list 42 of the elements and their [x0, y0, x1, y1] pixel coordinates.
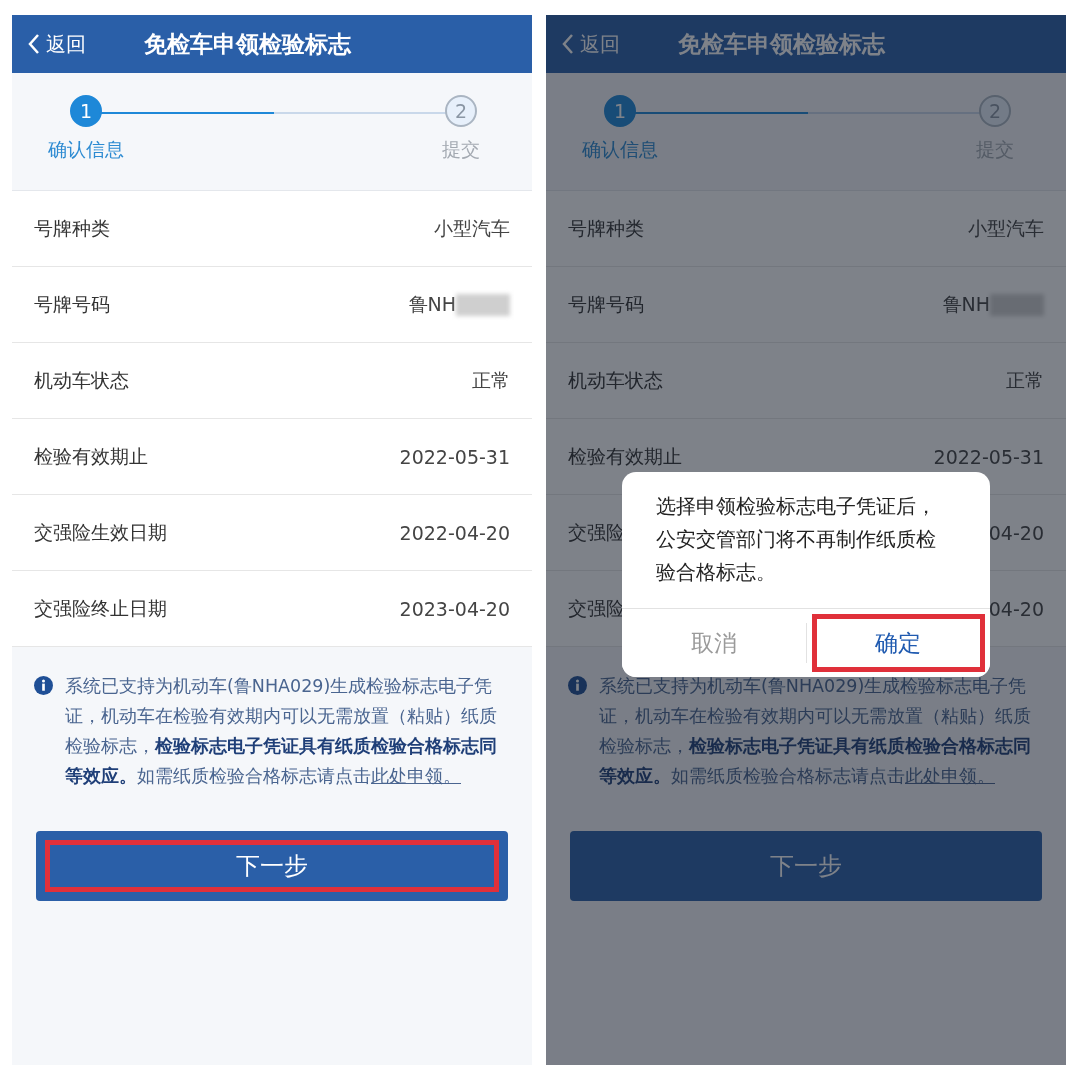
field-label: 机动车状态 — [568, 367, 663, 393]
field-value: 04-20 — [988, 521, 1044, 544]
field-value: 小型汽车 — [434, 215, 510, 241]
apply-link[interactable]: 此处申领。 — [371, 766, 461, 786]
notice-text: 系统已支持为机动车(鲁NHA029)生成检验标志电子凭证，机动车在检验有效期内可以无需放置（粘贴）纸质检验标志，检验标志电子凭证具有纸质检验合格标志同等效应。如需纸质检验合格标志请点击此处申领。 — [65, 675, 498, 788]
page-title: 免检车申领检验标志 — [144, 29, 351, 59]
step-label: 提交 — [442, 137, 480, 162]
field-value: 2023-04-20 — [399, 597, 510, 620]
back-icon — [562, 33, 574, 55]
field-value: 鲁NH — [942, 291, 990, 317]
page-title: 免检车申领检验标志 — [678, 29, 885, 59]
field-label: 交强险终止日期 — [34, 595, 167, 621]
back-link[interactable]: 返回 — [28, 30, 86, 58]
step-number: 1 — [70, 95, 102, 127]
field-label: 检验有效期止 — [34, 443, 148, 469]
field-value: 小型汽车 — [968, 215, 1044, 241]
field-value: 04-20 — [988, 597, 1044, 620]
field-label: 交强险 — [568, 519, 625, 545]
field-label: 机动车状态 — [34, 367, 129, 393]
field-value: 2022-04-20 — [399, 521, 510, 544]
field-label: 检验有效期止 — [568, 443, 682, 469]
step-label: 确认信息 — [582, 137, 658, 162]
field-value: 正常 — [472, 367, 510, 393]
step-label: 确认信息 — [48, 137, 124, 162]
field-label: 号牌种类 — [34, 215, 110, 241]
field-label: 交强险生效日期 — [34, 519, 167, 545]
back-link[interactable]: 返回 — [562, 30, 620, 58]
field-label: 交强险 — [568, 595, 625, 621]
field-value: 鲁NH — [408, 291, 456, 317]
field-value: 正常 — [1006, 367, 1044, 393]
field-label: 号牌号码 — [568, 291, 644, 317]
field-label: 号牌号码 — [34, 291, 110, 317]
next-button[interactable]: 下一步 — [570, 831, 1042, 901]
field-value: 2022-05-31 — [399, 445, 510, 468]
field-label: 号牌种类 — [568, 215, 644, 241]
info-icon — [568, 676, 587, 695]
back-icon — [28, 33, 40, 55]
step-number: 1 — [604, 95, 636, 127]
next-button[interactable]: 下一步 — [36, 831, 508, 901]
field-value: 2022-05-31 — [933, 445, 1044, 468]
step-number: 2 — [445, 95, 477, 127]
info-icon — [34, 676, 53, 695]
